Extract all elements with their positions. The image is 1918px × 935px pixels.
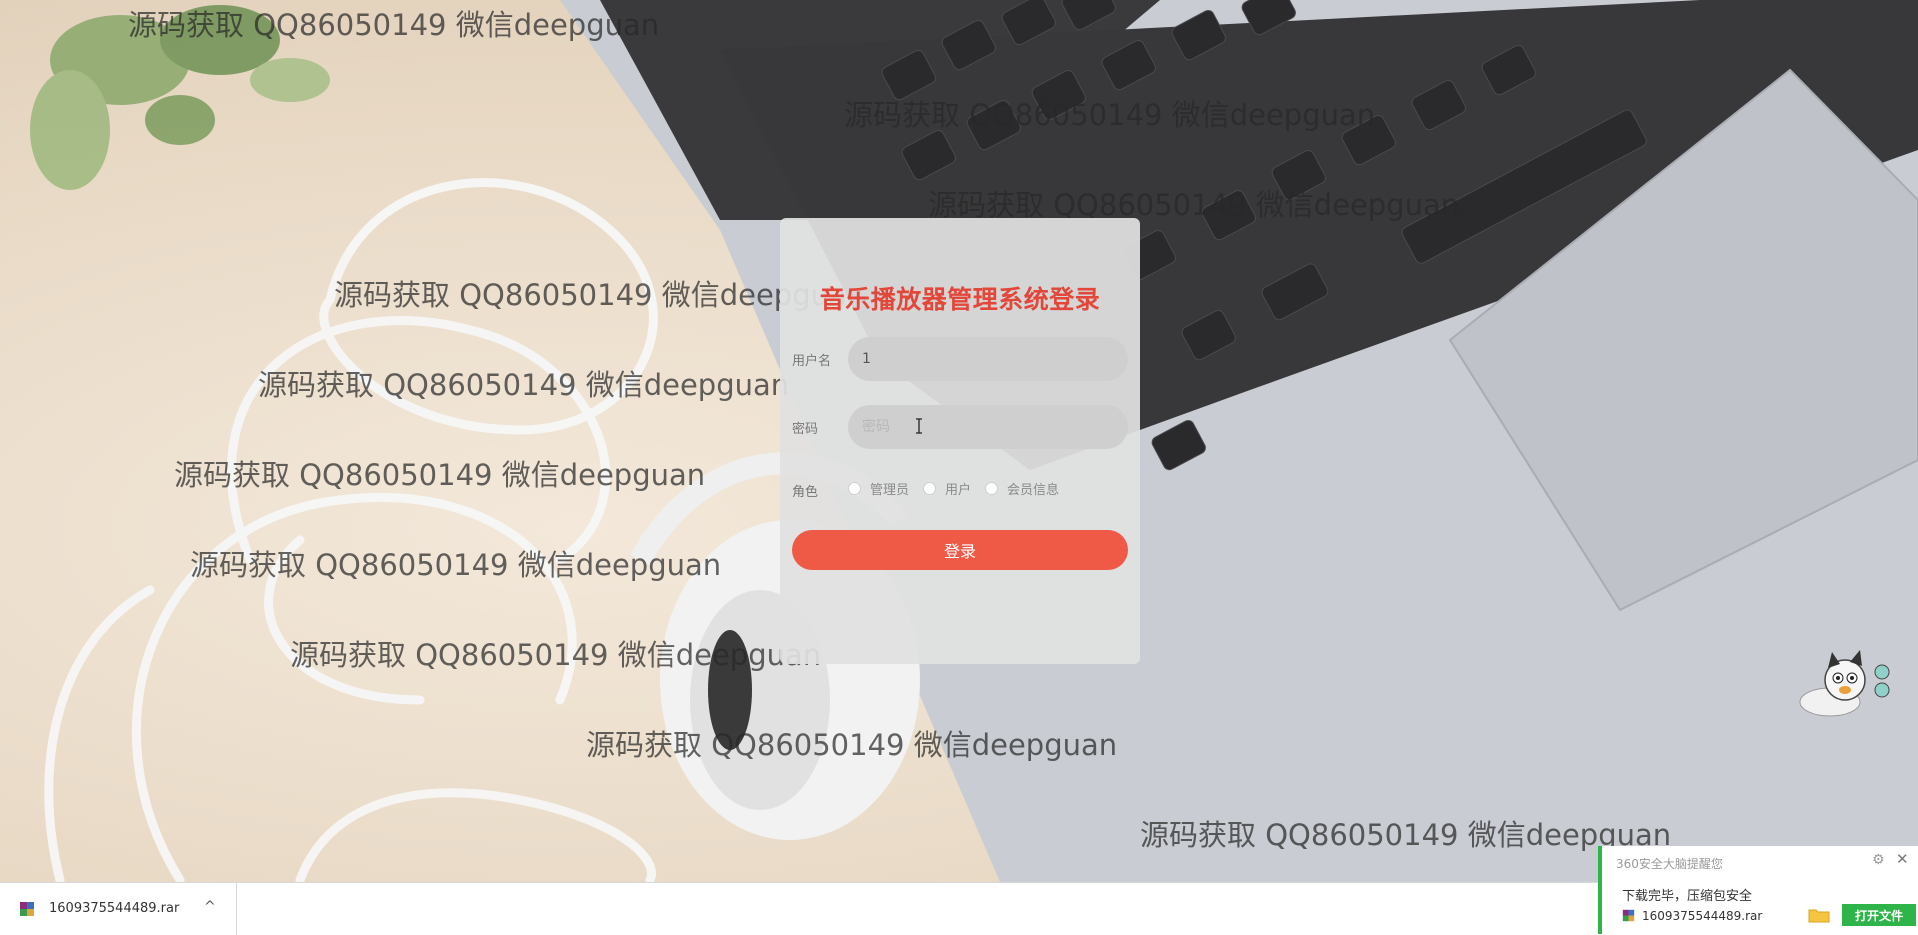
headphone-cables: [44, 178, 658, 882]
text-cursor-icon: [916, 418, 922, 434]
download-item[interactable]: 1609375544489.rar ^: [0, 883, 237, 935]
popup-header: 360安全大脑提醒您: [1616, 857, 1723, 871]
login-title: 音乐播放器管理系统登录: [819, 285, 1101, 314]
role-option-label: 用户: [945, 482, 972, 498]
radio-button[interactable]: [985, 481, 999, 495]
download-filename: 1609375544489.rar: [49, 901, 180, 916]
radio-button[interactable]: [848, 481, 861, 495]
role-label: 角色: [792, 485, 819, 500]
open-file-button[interactable]: 打开文件: [1842, 904, 1916, 926]
username-input[interactable]: [848, 337, 1128, 381]
role-option-user[interactable]: 用户: [923, 479, 971, 498]
role-option-label: 会员信息: [1007, 482, 1060, 498]
plant-leaves: [30, 5, 330, 190]
popup-message: 下载完毕，压缩包安全: [1622, 889, 1753, 904]
password-input[interactable]: [848, 405, 1128, 449]
folder-icon[interactable]: [1808, 907, 1830, 923]
popup-filename: 1609375544489.rar: [1642, 909, 1763, 923]
role-option-member[interactable]: 会员信息: [985, 479, 1059, 498]
gear-icon[interactable]: ⚙: [1872, 852, 1885, 868]
login-button[interactable]: 登录: [792, 530, 1128, 570]
archive-rar-icon: [1622, 909, 1635, 922]
login-panel: 音乐播放器管理系统登录 用户名 密码 角色 管理员 用户 会员信息 登录: [780, 218, 1140, 664]
chevron-up-icon[interactable]: ^: [204, 899, 216, 915]
radio-button[interactable]: [923, 481, 937, 495]
security-notification-popup: 360安全大脑提醒您 ⚙ ✕ 下载完毕，压缩包安全 1609375544489.…: [1598, 846, 1918, 934]
role-radio-group: 管理员 用户 会员信息: [848, 478, 1073, 498]
close-icon[interactable]: ✕: [1896, 850, 1909, 868]
archive-rar-icon: [20, 902, 34, 916]
username-label: 用户名: [792, 354, 832, 369]
role-option-admin[interactable]: 管理员: [848, 479, 909, 498]
role-option-label: 管理员: [870, 482, 910, 498]
password-label: 密码: [792, 422, 819, 437]
mascot-icon[interactable]: [1790, 650, 1890, 724]
